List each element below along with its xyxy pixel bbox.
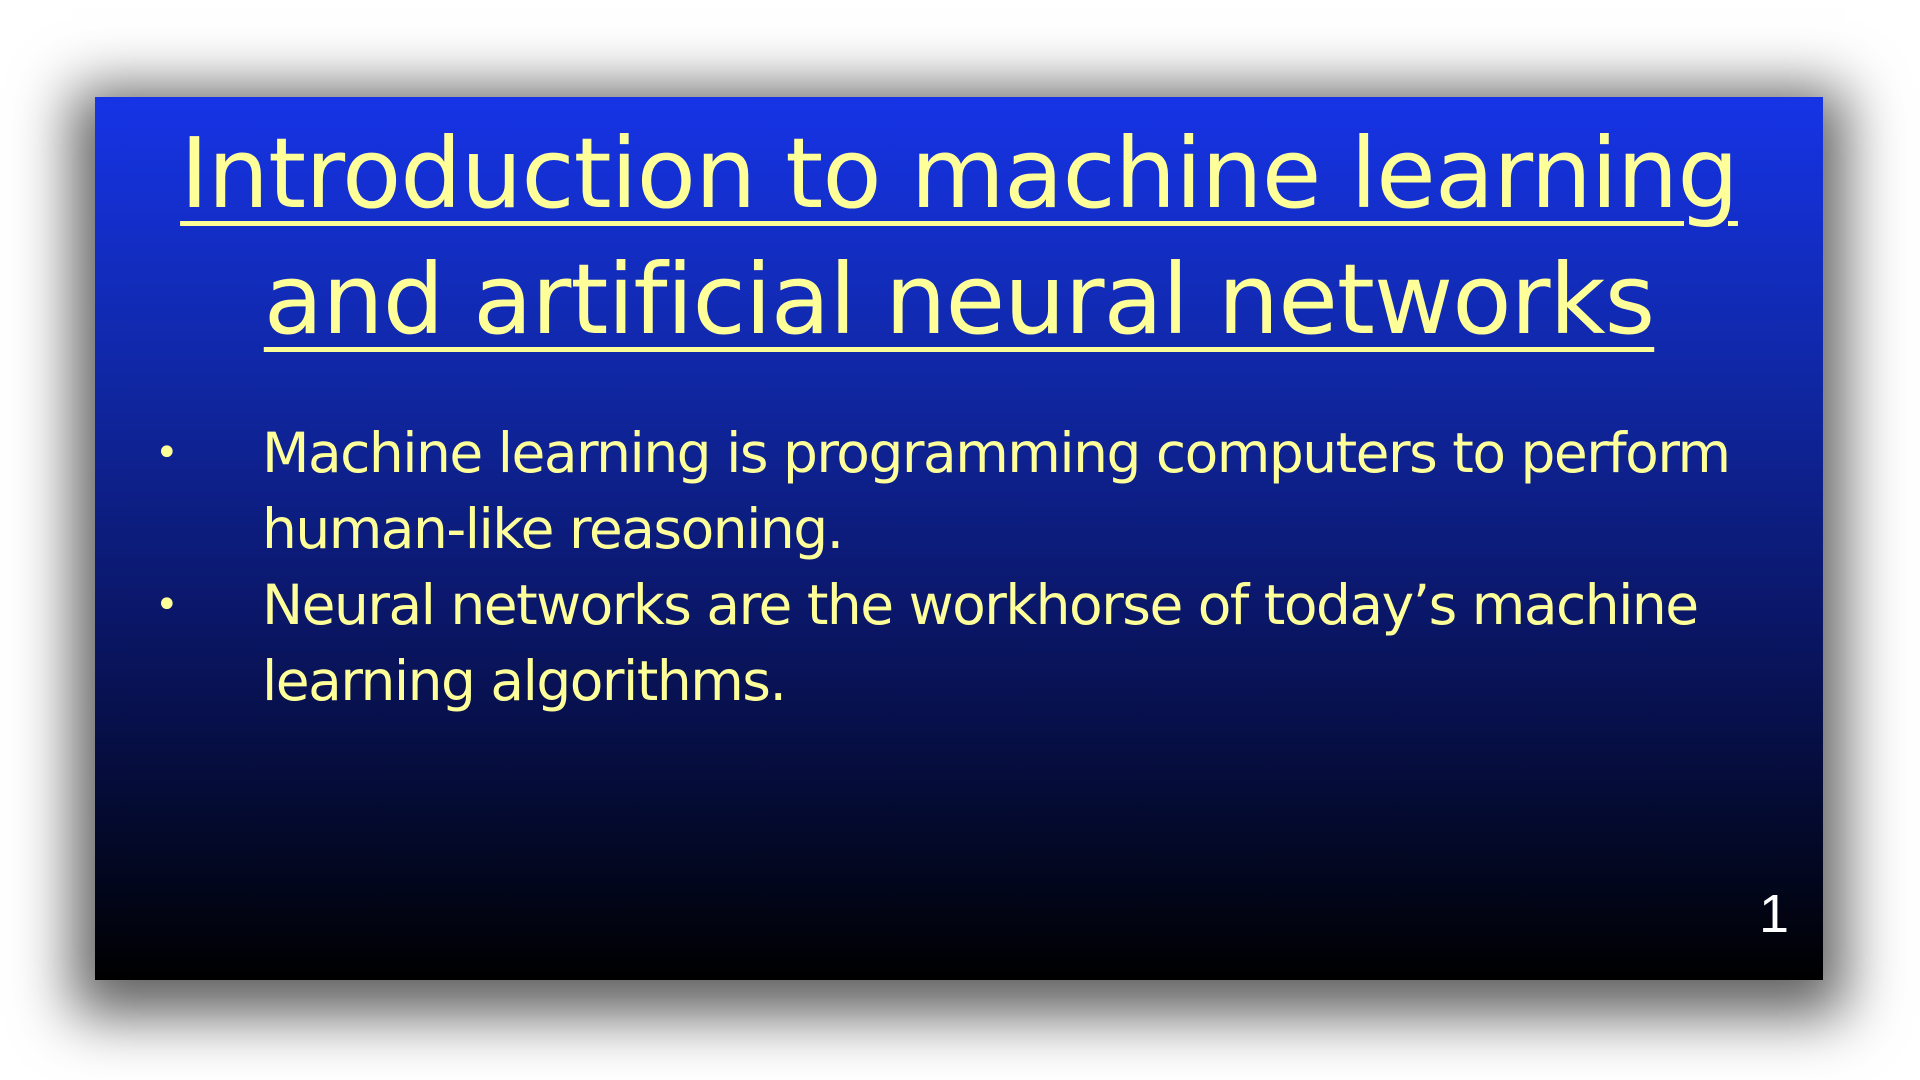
title-line-2: and artificial neural networks [263,243,1655,356]
bullet-list: • Machine learning is programming comput… [155,415,1805,719]
title-line-1: Introduction to machine learning [180,117,1739,230]
bullet-item: • Neural networks are the workhorse of t… [155,567,1805,719]
page-number: 1 [1758,884,1789,944]
bullet-text: Neural networks are the workhorse of tod… [262,573,1699,713]
bullet-item: • Machine learning is programming comput… [155,415,1805,567]
bullet-text: Machine learning is programming computer… [262,421,1731,561]
bullet-icon: • [155,430,179,476]
slide-title: Introduction to machine learning and art… [95,111,1823,363]
slide: Introduction to machine learning and art… [95,97,1823,980]
bullet-icon: • [155,582,179,628]
